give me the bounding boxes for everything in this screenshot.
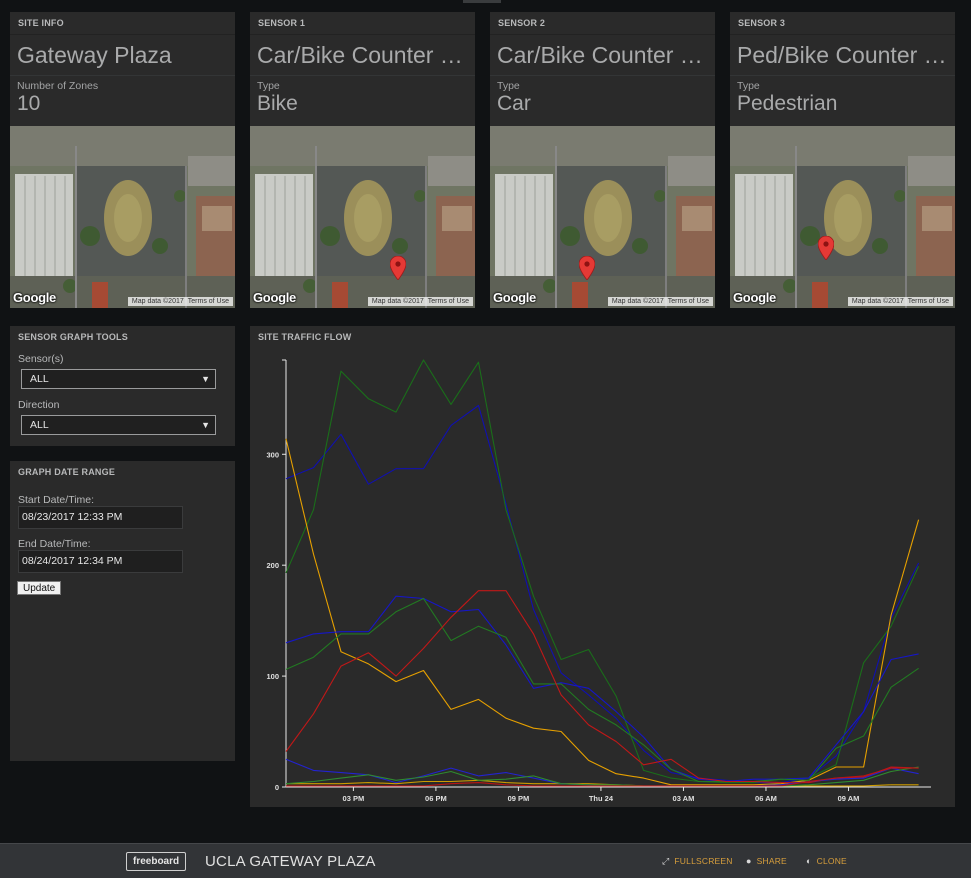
contrast-icon: ◐ [806, 856, 812, 866]
site-map[interactable]: Google Map data ©2017 Terms of Use [10, 126, 235, 308]
google-logo: Google [733, 290, 776, 305]
footer-bar: freeboard UCLA GATEWAY PLAZA ⤢ FULLSCREEN… [0, 843, 971, 878]
x-tick-label: 03 PM [343, 794, 365, 803]
map-attribution: Map data ©2017 Terms of Use [607, 297, 713, 306]
satellite-image [490, 126, 715, 308]
satellite-image [10, 126, 235, 308]
end-date-input[interactable]: 08/24/2017 12:34 PM [18, 550, 183, 573]
map-marker-icon[interactable] [579, 256, 595, 280]
start-date-input[interactable]: 08/23/2017 12:33 PM [18, 506, 183, 529]
series-line-2 [285, 359, 920, 784]
user-icon: ● [746, 856, 752, 866]
satellite-image [250, 126, 475, 308]
date-range-pane: GRAPH DATE RANGE Start Date/Time: 08/23/… [10, 461, 235, 761]
x-tick-label: 03 AM [673, 794, 695, 803]
type-label: Type [257, 80, 280, 92]
type-label: Type [497, 80, 520, 92]
type-label: Type [737, 80, 760, 92]
dropdown-arrow-icon: ▼ [201, 420, 210, 430]
series-line-6 [285, 590, 919, 784]
type-value: Pedestrian [737, 92, 838, 115]
pane-title: SITE INFO [18, 18, 64, 28]
sensor-3-pane: SENSOR 3 Ped/Bike Counter … Type Pedestr… [730, 12, 955, 308]
freeboard-logo[interactable]: freeboard [126, 852, 187, 871]
zones-value: 10 [17, 92, 41, 115]
graph-tools-pane: SENSOR GRAPH TOOLS Sensor(s) ALL ▼ Direc… [10, 326, 235, 446]
fullscreen-link[interactable]: ⤢ FULLSCREEN [662, 856, 733, 867]
sensor-1-pane: SENSOR 1 Car/Bike Counter … Type Bike Go… [250, 12, 475, 308]
y-tick-label: 0 [275, 783, 279, 792]
type-value: Bike [257, 92, 298, 115]
y-tick-label: 100 [266, 672, 279, 681]
map-marker-icon[interactable] [818, 236, 834, 260]
x-tick-label: 06 AM [755, 794, 777, 803]
direction-select[interactable]: ALL ▼ [21, 415, 216, 435]
series-line-1 [285, 404, 920, 784]
map-attribution: Map data ©2017 Terms of Use [367, 297, 473, 306]
google-logo: Google [253, 290, 296, 305]
site-name: Gateway Plaza [10, 34, 235, 75]
satellite-image [730, 126, 955, 308]
board-title: UCLA GATEWAY PLAZA [205, 853, 376, 870]
share-label: SHARE [756, 856, 787, 866]
google-logo: Google [13, 290, 56, 305]
pane-title: SENSOR 2 [498, 18, 546, 28]
x-tick-label: 09 PM [508, 794, 530, 803]
map-data-text: Map data ©2017 [131, 298, 184, 305]
update-button[interactable]: Update [17, 581, 62, 595]
pane-title: SENSOR GRAPH TOOLS [18, 332, 128, 342]
x-tick-label: Thu 24 [589, 794, 614, 803]
sensor-2-map[interactable]: Google Map data ©2017 Terms of Use [490, 126, 715, 308]
end-date-label: End Date/Time: [18, 538, 91, 550]
sensor-select-label: Sensor(s) [18, 353, 64, 365]
map-data-text: Map data ©2017 [611, 298, 664, 305]
direction-select-label: Direction [18, 399, 60, 411]
x-tick-label: 09 AM [838, 794, 860, 803]
start-date-label: Start Date/Time: [18, 494, 95, 506]
terms-link[interactable]: Terms of Use [906, 298, 951, 305]
pane-title: SENSOR 1 [258, 18, 306, 28]
y-tick-label: 200 [266, 561, 279, 570]
site-info-pane: SITE INFO Gateway Plaza Number of Zones … [10, 12, 235, 308]
type-value: Car [497, 92, 531, 115]
terms-link[interactable]: Terms of Use [426, 298, 471, 305]
sensor-1-map[interactable]: Google Map data ©2017 Terms of Use [250, 126, 475, 308]
sensor-select[interactable]: ALL ▼ [21, 369, 216, 389]
pane-title: SENSOR 3 [738, 18, 786, 28]
expand-icon: ⤢ [662, 856, 670, 866]
map-marker-icon[interactable] [390, 256, 406, 280]
clone-label: CLONE [816, 856, 847, 866]
sensor-select-value: ALL [30, 373, 49, 385]
top-handle[interactable] [463, 0, 501, 3]
terms-link[interactable]: Terms of Use [186, 298, 231, 305]
x-tick-label: 06 PM [425, 794, 447, 803]
map-attribution: Map data ©2017 Terms of Use [847, 297, 953, 306]
zones-label: Number of Zones [17, 80, 99, 92]
sensor-name: Car/Bike Counter … [250, 34, 475, 75]
traffic-flow-chart: 0 100 200 300 03 PM 06 PM 09 PM Thu 24 03 AM 06 A… [266, 359, 931, 803]
pane-title: GRAPH DATE RANGE [18, 467, 116, 477]
sensor-name: Car/Bike Counter … [490, 34, 715, 75]
terms-link[interactable]: Terms of Use [666, 298, 711, 305]
google-logo: Google [493, 290, 536, 305]
y-tick-label: 300 [266, 450, 279, 459]
sensor-2-pane: SENSOR 2 Car/Bike Counter … Type Car Goo… [490, 12, 715, 308]
dropdown-arrow-icon: ▼ [201, 374, 210, 384]
map-data-text: Map data ©2017 [851, 298, 904, 305]
direction-select-value: ALL [30, 419, 49, 431]
map-attribution: Map data ©2017 Terms of Use [127, 297, 233, 306]
map-data-text: Map data ©2017 [371, 298, 424, 305]
traffic-flow-pane: SITE TRAFFIC FLOW 0 100 200 300 03 PM 06 PM 09… [250, 326, 955, 807]
sensor-3-map[interactable]: Google Map data ©2017 Terms of Use [730, 126, 955, 308]
clone-link[interactable]: ◐ CLONE [806, 856, 847, 866]
fullscreen-label: FULLSCREEN [674, 856, 733, 866]
sensor-name: Ped/Bike Counter … [730, 34, 955, 75]
share-link[interactable]: ● SHARE [746, 856, 787, 866]
series-line-5 [285, 597, 919, 783]
